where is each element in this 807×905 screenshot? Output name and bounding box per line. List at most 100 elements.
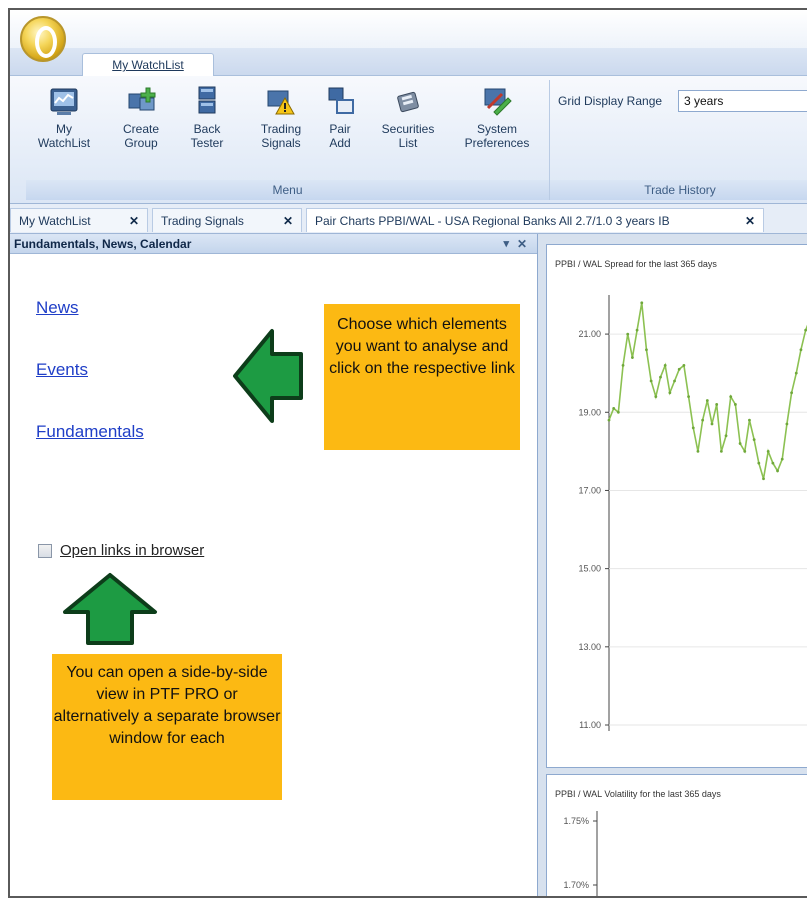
spread-point xyxy=(752,438,756,442)
spread-point xyxy=(687,395,690,399)
spread-chart: PPBI / WAL Spread for the last 365 days … xyxy=(546,244,807,768)
spread-point xyxy=(659,375,662,379)
callout-open-side-by-side: You can open a side-by-side view in PTF … xyxy=(52,654,282,800)
create-group-icon xyxy=(128,87,156,111)
spread-point xyxy=(734,403,737,406)
arrow-up-icon xyxy=(63,573,157,645)
tab-my-watchlist[interactable]: My WatchList ✕ xyxy=(10,208,148,232)
system-preferences-label: System Preferences xyxy=(464,122,530,150)
grid-display-range-select[interactable]: 3 years xyxy=(678,90,807,112)
volatility-plot: 1.75% 1.70% xyxy=(563,811,598,896)
y-tick-label: 17.00 xyxy=(578,485,601,495)
spread-point xyxy=(748,418,751,422)
create-group-button[interactable]: Create Group xyxy=(116,86,166,150)
callout-choose-elements: Choose which elements you want to analys… xyxy=(324,304,520,450)
spread-series-line xyxy=(608,302,807,479)
spread-point xyxy=(673,379,676,383)
back-tester-label: Back Tester xyxy=(190,122,224,150)
open-links-checkbox[interactable] xyxy=(38,544,52,558)
document-tab-bar: My WatchList ✕ Trading Signals ✕ Pair Ch… xyxy=(10,204,807,234)
pair-add-label: Pair Add xyxy=(329,122,351,150)
system-preferences-icon xyxy=(484,88,512,116)
ribbon-group-menu: My WatchList Create Group Back Tester Tr… xyxy=(26,80,550,200)
panel-title: Fundamentals, News, Calendar xyxy=(14,237,192,251)
system-preferences-button[interactable]: System Preferences xyxy=(454,86,540,150)
spread-point xyxy=(616,410,620,414)
close-icon[interactable]: ✕ xyxy=(283,209,293,232)
volatility-chart: PPBI / WAL Volatility for the last 365 d… xyxy=(546,774,807,896)
spread-point xyxy=(691,426,695,430)
tab-trading-signals[interactable]: Trading Signals ✕ xyxy=(152,208,302,232)
spread-point xyxy=(607,418,611,422)
ribbon: My WatchList Create Group Back Tester Tr… xyxy=(10,76,807,204)
create-group-label: Create Group xyxy=(122,122,160,150)
tab-label: My WatchList xyxy=(19,214,91,228)
securities-list-label: Securities List xyxy=(381,122,435,150)
y-tick-label: 21.00 xyxy=(578,329,601,339)
spread-point xyxy=(663,363,667,367)
close-icon[interactable]: ✕ xyxy=(129,209,139,232)
watchlist-icon xyxy=(50,88,78,115)
y-tick-label: 1.70% xyxy=(563,880,589,890)
tab-label: Trading Signals xyxy=(161,214,244,228)
spread-point xyxy=(621,363,625,367)
tab-label: Pair Charts PPBI/WAL - USA Regional Bank… xyxy=(315,214,670,228)
spread-point xyxy=(682,363,686,367)
ribbon-tab-my-watchlist[interactable]: My WatchList xyxy=(82,53,214,77)
y-tick-label: 19.00 xyxy=(578,407,601,417)
spread-point xyxy=(631,356,634,359)
ribbon-tab-bar: My WatchList xyxy=(10,48,807,77)
open-links-label[interactable]: Open links in browser xyxy=(60,542,204,559)
trading-signals-button[interactable]: Trading Signals xyxy=(252,86,310,150)
ribbon-group-trade-history: Grid Display Range 3 years Trade History xyxy=(550,80,807,200)
pair-add-icon xyxy=(328,87,354,114)
app-logo-icon[interactable] xyxy=(20,16,66,62)
spread-point xyxy=(743,449,747,453)
securities-list-icon xyxy=(397,91,419,113)
spread-point xyxy=(762,477,765,481)
y-tick-label: 15.00 xyxy=(578,564,601,574)
spread-point xyxy=(612,406,616,410)
spread-point xyxy=(626,332,630,336)
spread-point xyxy=(677,367,681,371)
ribbon-tab-label: My WatchList xyxy=(112,58,184,72)
my-watchlist-button[interactable]: My WatchList xyxy=(34,86,94,150)
trading-signals-icon xyxy=(267,90,295,115)
grid-display-range-label: Grid Display Range xyxy=(558,94,663,108)
panel-header: Fundamentals, News, Calendar ▾ ✕ xyxy=(10,234,537,254)
pair-add-button[interactable]: Pair Add xyxy=(318,86,362,150)
my-watchlist-label: My WatchList xyxy=(37,122,91,150)
spread-point xyxy=(715,403,719,406)
back-tester-icon xyxy=(198,86,216,114)
spread-point xyxy=(799,348,803,352)
securities-list-button[interactable]: Securities List xyxy=(372,86,444,150)
trading-signals-label: Trading Signals xyxy=(260,122,302,150)
title-bar xyxy=(10,10,807,48)
y-tick-label: 1.75% xyxy=(563,816,589,826)
spread-point xyxy=(640,301,644,305)
spread-point xyxy=(757,461,761,465)
arrow-left-icon xyxy=(233,329,303,423)
events-link[interactable]: Events xyxy=(36,360,88,380)
spread-point xyxy=(776,469,779,473)
spread-point xyxy=(790,391,793,395)
spread-point xyxy=(785,422,789,426)
spread-point xyxy=(724,434,728,438)
spread-point xyxy=(696,449,700,453)
spread-point xyxy=(649,379,653,383)
close-icon[interactable]: ✕ xyxy=(745,209,755,232)
fundamentals-link[interactable]: Fundamentals xyxy=(36,422,144,442)
panel-close-icon[interactable]: ✕ xyxy=(517,234,527,254)
spread-point xyxy=(701,418,705,422)
spread-point xyxy=(645,348,648,352)
news-link[interactable]: News xyxy=(36,298,79,318)
tab-pair-charts[interactable]: Pair Charts PPBI/WAL - USA Regional Bank… xyxy=(306,208,764,232)
fundamentals-panel: Fundamentals, News, Calendar ▾ ✕ News Ev… xyxy=(10,234,538,896)
spread-point xyxy=(654,395,658,399)
spread-point xyxy=(729,395,733,399)
trade-history-caption: Trade History xyxy=(550,180,807,200)
back-tester-button[interactable]: Back Tester xyxy=(182,86,232,150)
pin-icon[interactable]: ▾ xyxy=(503,234,509,254)
spread-point xyxy=(771,461,775,465)
menu-group-caption: Menu xyxy=(26,180,549,200)
